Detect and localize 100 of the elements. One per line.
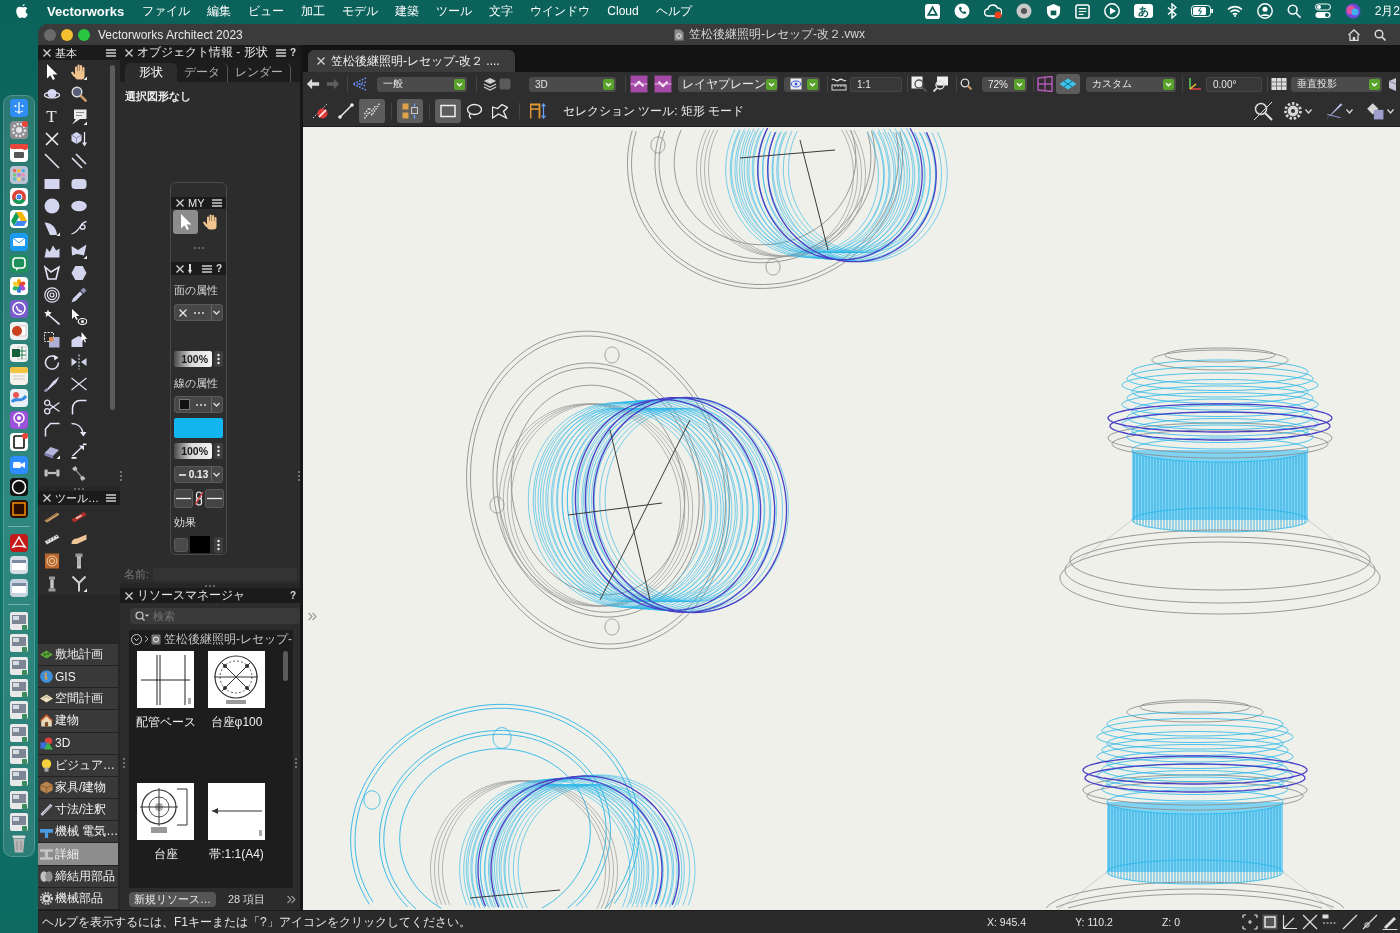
app-icon[interactable]	[10, 478, 28, 497]
menu-item[interactable]: ツール	[436, 2, 473, 20]
circle-icon[interactable]	[43, 197, 60, 214]
scrollbar-thumb[interactable]	[283, 651, 288, 681]
window-thumbnail-icon[interactable]	[10, 634, 28, 653]
close-icon[interactable]	[43, 48, 51, 57]
brush-stroke-icon[interactable]	[1325, 102, 1343, 120]
bluetooth-icon[interactable]	[1166, 3, 1177, 19]
dotted-path-button[interactable]	[359, 99, 385, 123]
concentric-circles-icon[interactable]	[43, 287, 60, 304]
grid-sheet-icon[interactable]	[1271, 76, 1287, 92]
workspace-item[interactable]: 機械部品	[38, 887, 118, 910]
line-weight-dropdown[interactable]: 0.13	[174, 466, 223, 483]
cube-arrow-icon[interactable]	[70, 131, 87, 148]
home-icon[interactable]	[1348, 28, 1360, 41]
menu-icon[interactable]	[275, 48, 286, 57]
menu-clock[interactable]: 2月2	[1374, 2, 1400, 20]
window-thumbnail-icon[interactable]	[10, 812, 28, 831]
menu-item[interactable]: 編集	[207, 2, 232, 20]
menu-item[interactable]: ファイル	[142, 2, 191, 20]
workspace-item[interactable]: 寸法/注釈	[38, 799, 118, 822]
pen-color-swatch[interactable]	[174, 418, 223, 438]
curved-arrow-icon[interactable]	[70, 420, 87, 437]
menu-item[interactable]: ビュー	[248, 2, 285, 20]
text-tool-glyph[interactable]: T	[46, 106, 57, 126]
workspace-item[interactable]: 空間計画	[38, 688, 118, 711]
angle-corner-icon[interactable]	[1282, 914, 1298, 930]
wrench-icon[interactable]	[70, 465, 87, 482]
grip-dots-icon[interactable]	[205, 584, 215, 587]
speech-bubble-icon[interactable]	[70, 108, 87, 125]
caret-icon[interactable]	[766, 78, 777, 90]
close-icon[interactable]	[125, 591, 133, 600]
zoom-dropdown[interactable]: 72%	[982, 76, 1027, 92]
workspace-item[interactable]: GIS	[38, 665, 118, 689]
view-dropdown[interactable]: カスタム	[1086, 76, 1176, 92]
double-chevron-icon[interactable]	[287, 894, 296, 904]
curved-corner-icon[interactable]	[70, 398, 87, 415]
chain-link-icon[interactable]	[195, 489, 203, 508]
triangle-drive-icon[interactable]	[924, 3, 940, 19]
tangent-line-icon[interactable]	[1362, 914, 1378, 930]
window-thumbnail-icon[interactable]	[10, 768, 28, 787]
window-grid-icon[interactable]	[1037, 76, 1053, 92]
workspace-item[interactable]: 3D	[38, 732, 118, 755]
document-tab[interactable]: 笠松後継照明-レセップ-改２ ....	[308, 50, 515, 72]
fork-icon[interactable]	[70, 575, 87, 592]
rotate-icon[interactable]	[43, 354, 60, 370]
battery-icon[interactable]	[1190, 5, 1213, 17]
menu-icon[interactable]	[212, 199, 222, 207]
page-magnifier-icon[interactable]	[911, 76, 927, 92]
app-menu[interactable]: Vectorworks	[47, 3, 125, 19]
opacity-field[interactable]: 100%	[174, 443, 212, 459]
scrollbar-thumb[interactable]	[110, 65, 115, 410]
caret-icon[interactable]	[603, 78, 614, 90]
hand-icon[interactable]	[70, 64, 87, 81]
mirror-icon[interactable]	[70, 354, 87, 370]
caret-icon[interactable]	[1346, 108, 1353, 114]
window-thumbnail-icon[interactable]	[10, 656, 28, 675]
play-icon[interactable]	[1103, 3, 1120, 19]
back-arrow-icon[interactable]	[306, 77, 320, 91]
fill-style-dropdown[interactable]	[174, 304, 223, 321]
crossed-lines-icon[interactable]	[70, 376, 87, 393]
menu-item[interactable]: 加工	[301, 2, 326, 20]
menu-item[interactable]: Cloud	[607, 4, 639, 18]
wave-ruler-icon[interactable]	[831, 76, 847, 92]
close-icon[interactable]	[176, 199, 184, 207]
cloud-icon[interactable]	[983, 3, 1002, 19]
line-end-icon[interactable]	[174, 489, 193, 508]
layer-dropdown[interactable]: 3D	[529, 76, 616, 92]
render-mode-dropdown[interactable]	[784, 76, 820, 92]
class-dropdown[interactable]: 一般	[377, 76, 467, 92]
double-line-icon[interactable]	[70, 153, 87, 170]
help-button[interactable]: ?	[289, 47, 296, 58]
projection-dropdown[interactable]: 垂直投影	[1291, 76, 1382, 92]
chevron-circle-icon[interactable]	[131, 633, 142, 645]
tab[interactable]: レンダー	[228, 63, 291, 82]
layers-icon[interactable]	[483, 77, 497, 91]
zoom-button[interactable]	[78, 28, 90, 41]
menu-item[interactable]: ヘルプ	[655, 2, 692, 20]
vertical-dots-icon[interactable]	[214, 351, 223, 367]
corner-marks-icon[interactable]	[1242, 914, 1258, 930]
polygon-icon[interactable]	[70, 242, 87, 259]
menu-item[interactable]: ウインドウ	[530, 2, 591, 20]
dotted-chevron-icon[interactable]	[351, 76, 367, 92]
pie-arc-icon[interactable]	[43, 220, 60, 237]
magic-wand-icon[interactable]	[43, 309, 60, 326]
wifi-icon[interactable]	[1226, 5, 1243, 17]
close-icon[interactable]	[125, 48, 133, 57]
window-thumbnail-icon[interactable]	[10, 679, 28, 697]
notebook-icon[interactable]	[1074, 3, 1090, 19]
caret-icon[interactable]	[1305, 108, 1312, 114]
color-swatch-icon[interactable]	[190, 536, 210, 553]
orb-icon[interactable]	[1344, 3, 1361, 19]
diagonal-arrow-icon[interactable]	[70, 443, 87, 460]
workspace-item[interactable]: 締結用部品	[38, 865, 118, 888]
wood-grain-icon[interactable]	[43, 553, 60, 570]
freehand-loop-icon[interactable]	[70, 220, 87, 237]
shield-lock-icon[interactable]	[1045, 3, 1061, 19]
rectangle-mode-button[interactable]	[435, 99, 461, 123]
search-icon[interactable]	[1286, 4, 1301, 18]
axes-icon[interactable]	[1187, 76, 1203, 92]
